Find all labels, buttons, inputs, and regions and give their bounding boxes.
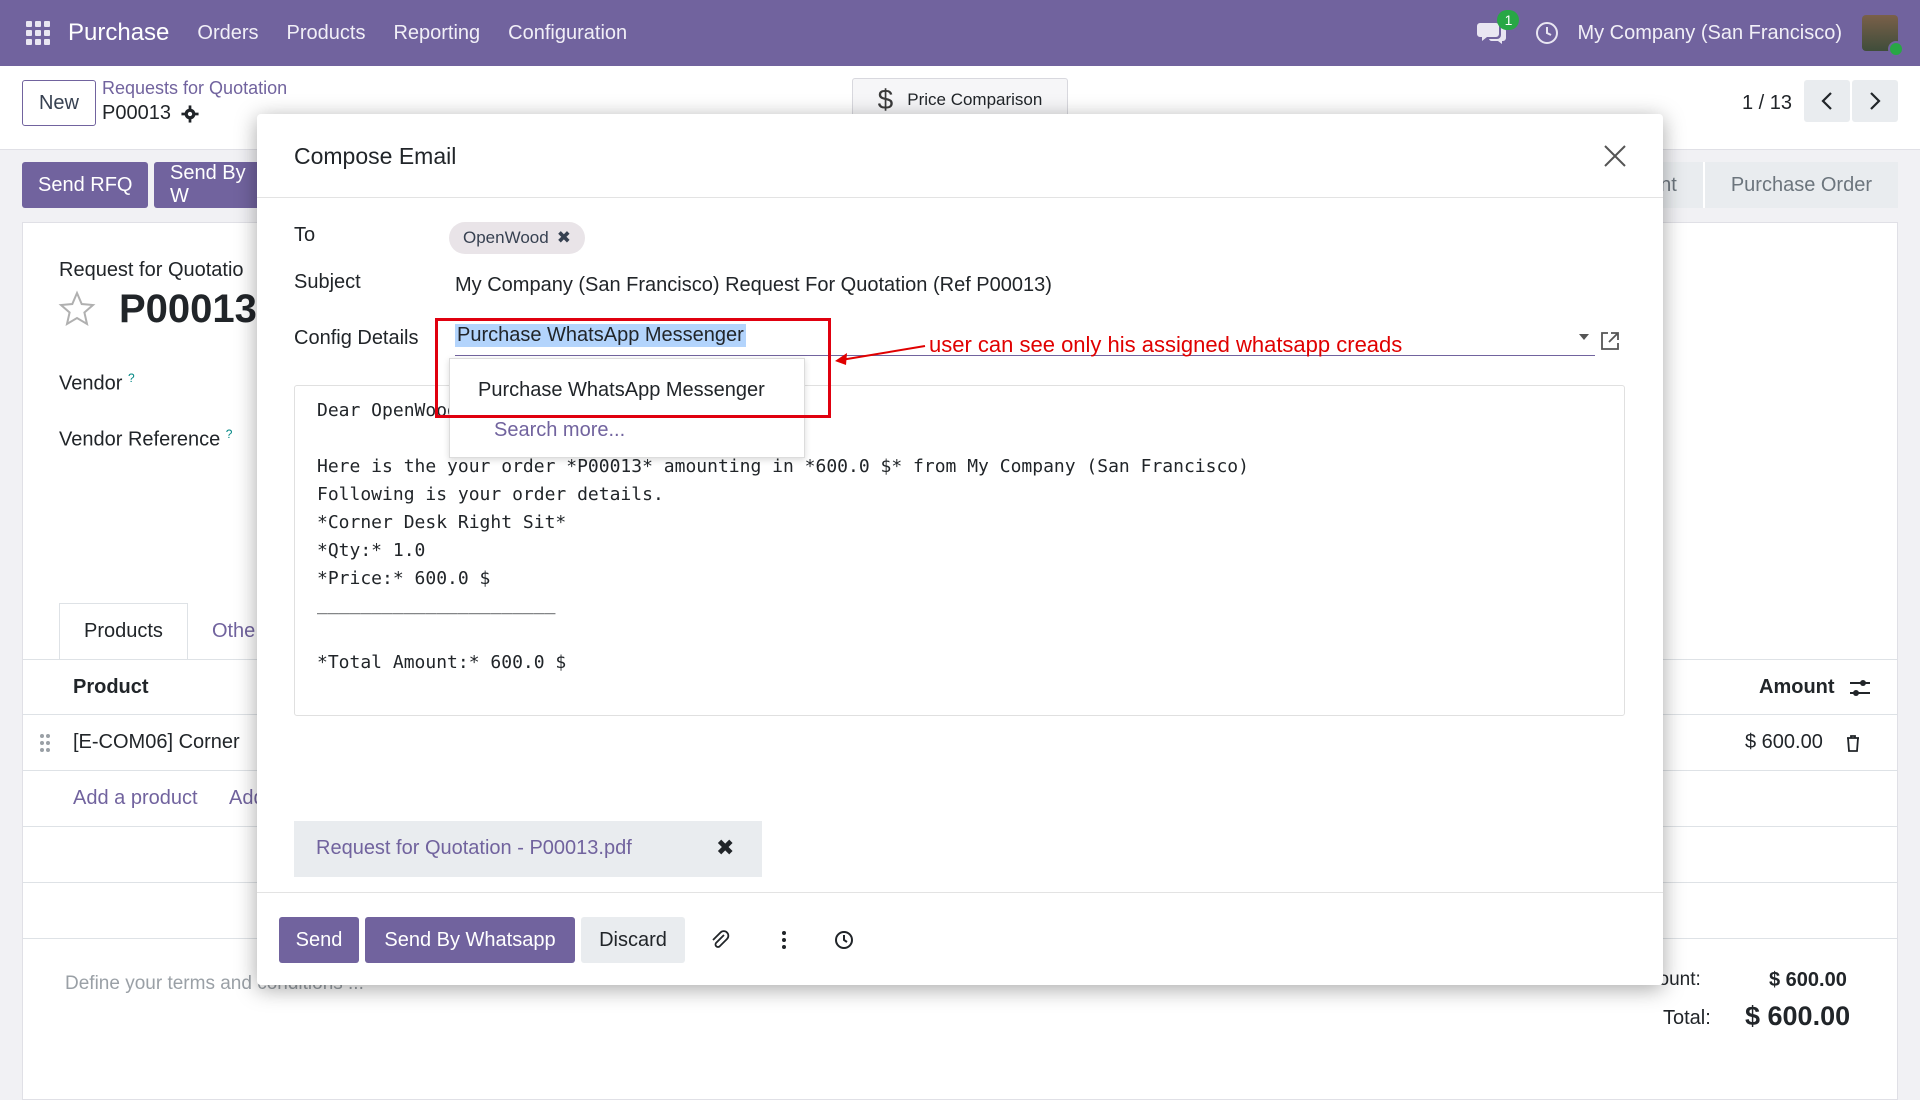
annotation-highlight-box: [435, 318, 831, 418]
send-button[interactable]: Send: [279, 917, 359, 963]
chevron-left-icon: [1821, 92, 1832, 110]
price-comparison-label: Price Comparison: [907, 90, 1043, 109]
online-status-dot: [1888, 41, 1904, 57]
form-type-label: Request for Quotatio: [59, 259, 244, 281]
config-details-label: Config Details: [294, 327, 419, 349]
help-icon[interactable]: ?: [128, 371, 135, 385]
chat-badge: 1: [1497, 10, 1520, 30]
line-product: [E-COM06] Corner: [73, 731, 240, 753]
company-switcher[interactable]: My Company (San Francisco): [1577, 22, 1842, 45]
dollar-icon: $: [877, 84, 894, 115]
pager-previous-button[interactable]: [1804, 80, 1850, 122]
recipient-name: OpenWood: [463, 228, 549, 247]
body-line: Following is your order details.: [317, 484, 664, 505]
compose-email-dialog: Compose Email To OpenWood ✖ Subject My C…: [257, 114, 1663, 985]
new-button[interactable]: New: [22, 80, 96, 126]
column-amount[interactable]: Amount: [1759, 676, 1835, 699]
form-tabs: Products Othe: [59, 603, 279, 659]
form-record-id: P00013: [119, 287, 257, 331]
remove-tag-icon[interactable]: ✖: [557, 228, 571, 248]
star-icon[interactable]: [57, 289, 97, 329]
menu-reporting[interactable]: Reporting: [393, 22, 480, 45]
body-line: Here is the your order *P00013* amountin…: [317, 456, 1249, 477]
annotation-arrow-icon: [835, 345, 926, 365]
search-more-link[interactable]: Search more...: [494, 419, 625, 442]
settings-sliders-icon[interactable]: [1849, 678, 1871, 698]
body-line: *Corner Desk Right Sit*: [317, 512, 567, 533]
attachment-name[interactable]: Request for Quotation - P00013.pdf: [316, 837, 632, 860]
send-rfq-button[interactable]: Send RFQ: [22, 162, 149, 208]
untaxed-amount-value: $ 600.00: [1769, 969, 1847, 991]
top-navbar: Purchase Orders Products Reporting Confi…: [0, 0, 1920, 66]
help-icon[interactable]: ?: [226, 427, 233, 441]
drag-handle-icon[interactable]: [39, 733, 51, 753]
kebab-menu-icon[interactable]: [773, 929, 795, 951]
body-line: *Price:* 600.0 $: [317, 568, 491, 589]
gear-icon[interactable]: [181, 104, 199, 123]
total-value: $ 600.00: [1745, 1001, 1851, 1031]
vendor-reference-label: Vendor Reference ?: [59, 427, 233, 451]
vendor-label: Vendor ?: [59, 371, 135, 395]
chevron-right-icon: [1870, 92, 1881, 110]
dialog-header: Compose Email: [257, 114, 1663, 198]
remove-attachment-icon[interactable]: ✖: [716, 835, 734, 861]
attachment-chip[interactable]: Request for Quotation - P00013.pdf ✖: [294, 821, 762, 877]
menu-products[interactable]: Products: [287, 22, 366, 45]
status-bar: nt Purchase Order: [1634, 162, 1898, 208]
close-icon[interactable]: [1603, 144, 1627, 168]
subject-input[interactable]: My Company (San Francisco) Request For Q…: [455, 274, 1052, 297]
breadcrumb-link[interactable]: Requests for Quotation: [102, 78, 287, 99]
to-label: To: [294, 224, 316, 246]
body-line: *Qty:* 1.0: [317, 540, 426, 561]
clock-icon[interactable]: [1535, 21, 1559, 45]
body-line: *Total Amount:* 600.0 $: [317, 652, 567, 673]
menu-configuration[interactable]: Configuration: [508, 22, 627, 45]
pager-value[interactable]: 1 / 13: [1742, 92, 1792, 115]
column-product[interactable]: Product: [73, 676, 149, 699]
annotation-text: user can see only his assigned whatsapp …: [929, 332, 1403, 357]
record-id: P00013: [102, 102, 171, 124]
add-product-link[interactable]: Add a product: [73, 787, 198, 810]
app-brand[interactable]: Purchase: [68, 19, 169, 47]
total-label: Total:: [1663, 1007, 1711, 1029]
chevron-down-icon[interactable]: [1579, 334, 1589, 340]
dialog-footer: Send Send By Whatsapp Discard: [257, 892, 1663, 985]
recipient-tag[interactable]: OpenWood ✖: [449, 222, 585, 254]
trash-icon[interactable]: [1845, 733, 1861, 753]
external-link-icon[interactable]: [1599, 330, 1621, 352]
menu-orders[interactable]: Orders: [197, 22, 258, 45]
schedule-clock-icon[interactable]: [833, 929, 855, 951]
pager-next-button[interactable]: [1852, 80, 1898, 122]
avatar[interactable]: [1862, 15, 1904, 57]
send-by-whatsapp-button[interactable]: Send By W: [154, 162, 264, 208]
status-step-purchase-order[interactable]: Purchase Order: [1702, 162, 1898, 208]
paperclip-icon[interactable]: [709, 929, 731, 951]
breadcrumb-current: P00013: [102, 102, 199, 125]
body-line: ______________________: [317, 594, 556, 615]
dialog-title: Compose Email: [294, 143, 457, 169]
line-amount: $ 600.00: [1745, 731, 1823, 753]
discard-button[interactable]: Discard: [581, 917, 685, 963]
subject-label: Subject: [294, 271, 361, 293]
send-by-whatsapp-button[interactable]: Send By Whatsapp: [365, 917, 575, 963]
tab-products[interactable]: Products: [59, 603, 188, 659]
chat-icon[interactable]: 1: [1477, 10, 1520, 46]
apps-grid-icon[interactable]: [26, 21, 50, 45]
